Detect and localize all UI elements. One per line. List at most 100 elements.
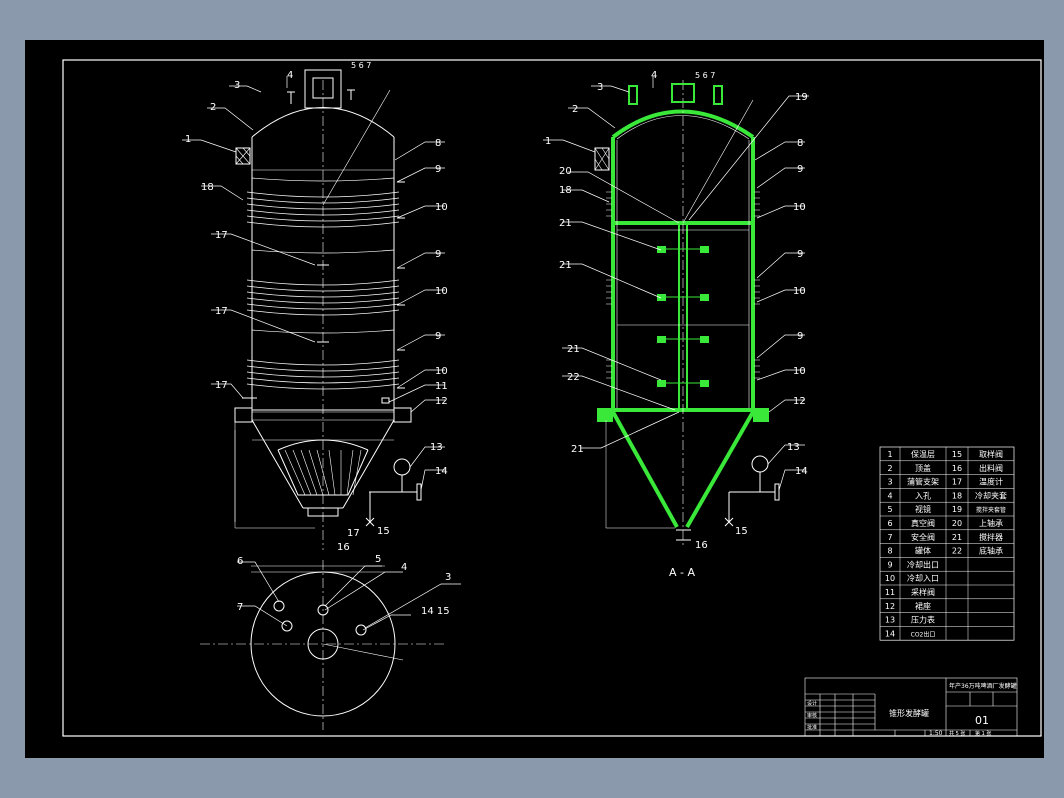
callout-plan-4: 4 bbox=[401, 562, 407, 573]
callout-left-10b: 10 bbox=[435, 286, 448, 297]
part-name-4: 入孔 bbox=[915, 491, 931, 500]
part-name-13: 压力表 bbox=[911, 615, 935, 625]
callout-right-13: 13 bbox=[787, 442, 800, 453]
callout-left-18: 18 bbox=[201, 182, 214, 193]
part-name-2-2: 出料阀 bbox=[979, 463, 1003, 473]
part-name-10: 冷却入口 bbox=[907, 573, 939, 583]
callout-right-10a: 10 bbox=[793, 202, 806, 213]
part-number-2-5: 19 bbox=[952, 505, 962, 514]
part-name-7: 安全阀 bbox=[911, 532, 935, 542]
callout-left-12: 12 bbox=[435, 396, 448, 407]
cad-viewer-background: 1 2 3 4 5 6 7 18 17 17 17 8 9 10 9 10 9 … bbox=[0, 0, 1064, 798]
scale-value: 1:50 bbox=[929, 730, 943, 737]
part-name-3: 蒲管支架 bbox=[907, 477, 939, 487]
part-number-2-8: 22 bbox=[952, 547, 962, 556]
part-number-10: 10 bbox=[885, 574, 895, 583]
callout-left-17d: 17 bbox=[347, 528, 360, 539]
callout-left-13: 13 bbox=[430, 442, 443, 453]
callout-right-19: 19 bbox=[795, 92, 808, 103]
callout-right-12: 12 bbox=[793, 396, 806, 407]
callout-left-9a: 9 bbox=[435, 164, 441, 175]
callout-right-10b: 10 bbox=[793, 286, 806, 297]
part-name-6: 真空阀 bbox=[911, 518, 935, 528]
part-number-14: 14 bbox=[885, 629, 895, 638]
part-name-11: 采样阀 bbox=[911, 587, 935, 597]
elevation-view bbox=[234, 69, 422, 550]
part-number-11: 11 bbox=[885, 588, 895, 597]
part-name-1: 保温层 bbox=[911, 449, 935, 459]
part-number-8: 8 bbox=[887, 547, 892, 556]
part-number-4: 4 bbox=[887, 491, 892, 500]
callout-labels: 1 2 3 4 5 6 7 18 17 17 17 8 9 10 9 10 9 … bbox=[185, 61, 808, 617]
sheets-total: 共 5 张 bbox=[949, 730, 965, 737]
part-number-5: 5 bbox=[887, 505, 892, 514]
callout-plan-5: 5 bbox=[375, 554, 381, 565]
part-name-9: 冷却出口 bbox=[907, 559, 939, 569]
callout-left-10c: 10 bbox=[435, 366, 448, 377]
callout-left-8: 8 bbox=[435, 138, 441, 149]
callout-right-20: 20 bbox=[559, 166, 572, 177]
part-number-6: 6 bbox=[887, 519, 892, 528]
callout-plan-3: 3 bbox=[445, 572, 451, 583]
part-number-3: 3 bbox=[887, 478, 892, 487]
callout-left-15: 15 bbox=[377, 526, 390, 537]
callout-plan-6: 6 bbox=[237, 556, 243, 567]
project-name: 年产36万吨啤酒厂发酵罐 bbox=[949, 682, 1017, 690]
drawing-title: 锥形发酵罐 bbox=[889, 708, 929, 718]
part-number-2-7: 21 bbox=[952, 533, 962, 542]
callout-right-21c: 21 bbox=[567, 344, 580, 355]
section-view-aa bbox=[594, 80, 780, 545]
drawing-number: 01 bbox=[975, 714, 989, 727]
cad-drawing[interactable]: 1 2 3 4 5 6 7 18 17 17 17 8 9 10 9 10 9 … bbox=[25, 40, 1044, 758]
approve-label: 批准 bbox=[807, 724, 817, 731]
callout-right-9a: 9 bbox=[797, 164, 803, 175]
drawing-canvas[interactable]: 1 2 3 4 5 6 7 18 17 17 17 8 9 10 9 10 9 … bbox=[25, 40, 1044, 758]
part-number-9: 9 bbox=[887, 560, 892, 569]
part-name-5: 视镜 bbox=[915, 504, 931, 514]
part-name-2-6: 上轴承 bbox=[979, 518, 1003, 528]
callout-left-4: 4 bbox=[287, 70, 293, 81]
part-name-2-7: 搅拌器 bbox=[979, 532, 1003, 542]
callout-right-14: 14 bbox=[795, 466, 808, 477]
callout-right-21a: 21 bbox=[559, 218, 572, 229]
callout-right-10c: 10 bbox=[793, 366, 806, 377]
callout-plan-7: 7 bbox=[237, 602, 243, 613]
part-number-2-2: 16 bbox=[952, 464, 962, 473]
part-number-1: 1 bbox=[887, 450, 892, 459]
sheet-number: 第 1 张 bbox=[975, 730, 991, 737]
parts-list-table: 1 保温层 15 取样阀 2 顶盖 16 出料阀 3 蒲管支架 17 温度计 4 入孔 18 冷却夹套 5 视镜 1… bbox=[879, 446, 1015, 641]
part-number-2-6: 20 bbox=[952, 519, 962, 528]
callout-left-14: 14 bbox=[435, 466, 448, 477]
part-name-2-8: 底轴承 bbox=[979, 546, 1003, 556]
plan-view bbox=[200, 560, 445, 730]
callout-right-4: 4 bbox=[651, 70, 657, 81]
part-name-14: CO2出口 bbox=[911, 630, 936, 638]
part-number-12: 12 bbox=[885, 602, 895, 611]
callout-left-9c: 9 bbox=[435, 331, 441, 342]
callout-right-1: 1 bbox=[545, 136, 551, 147]
callout-plan-1415: 14 15 bbox=[421, 606, 450, 617]
callout-right-8: 8 bbox=[797, 138, 803, 149]
part-number-2-4: 18 bbox=[952, 491, 962, 500]
part-name-2-5: 搅拌夹套管 bbox=[976, 506, 1006, 514]
part-name-2-1: 取样阀 bbox=[979, 449, 1003, 459]
part-number-7: 7 bbox=[887, 533, 892, 542]
callout-left-17a: 17 bbox=[215, 230, 228, 241]
part-number-2: 2 bbox=[887, 464, 892, 473]
title-block-text: 年产36万吨啤酒厂发酵罐 锥形发酵罐 01 设计 审核 批准 1:50 共 5 … bbox=[807, 682, 1017, 737]
part-name-2-3: 温度计 bbox=[979, 477, 1003, 487]
callout-left-11: 11 bbox=[435, 381, 448, 392]
callout-left-16: 16 bbox=[337, 542, 350, 553]
callout-right-22: 22 bbox=[567, 372, 580, 383]
leader-lines bbox=[182, 76, 809, 631]
callout-left-9b: 9 bbox=[435, 249, 441, 260]
callout-right-9b: 9 bbox=[797, 249, 803, 260]
part-number-2-3: 17 bbox=[952, 478, 962, 487]
callout-left-10a: 10 bbox=[435, 202, 448, 213]
part-name-8: 罐体 bbox=[915, 546, 931, 556]
callout-right-21d: 21 bbox=[571, 444, 584, 455]
check-label: 审核 bbox=[807, 712, 817, 719]
callout-right-21b: 21 bbox=[559, 260, 572, 271]
callout-left-3: 3 bbox=[234, 80, 240, 91]
callout-left-1: 1 bbox=[185, 134, 191, 145]
